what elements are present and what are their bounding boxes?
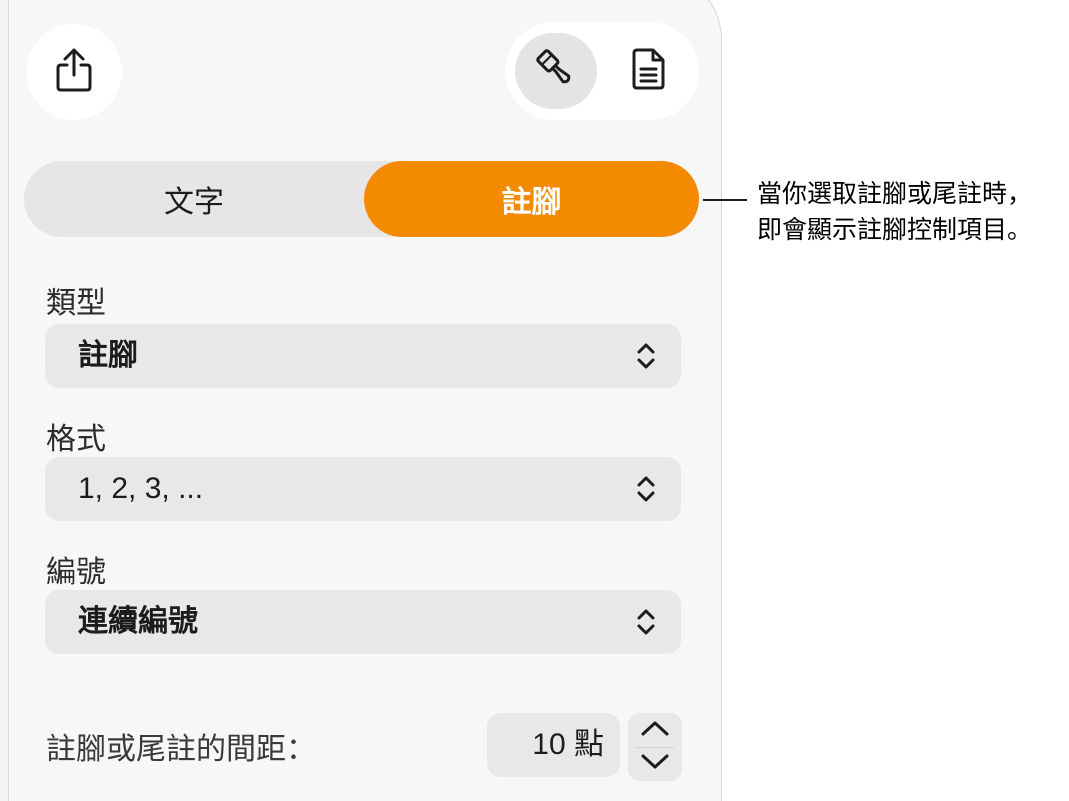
paintbrush-icon bbox=[534, 47, 578, 96]
chevron-up-down-icon bbox=[633, 340, 659, 372]
type-label: 類型 bbox=[46, 287, 106, 320]
tab-text-label: 文字 bbox=[164, 186, 224, 219]
tab-switcher: 文字 註腳 bbox=[24, 161, 699, 237]
stepper-decrement-button[interactable] bbox=[628, 747, 682, 781]
numbering-value: 連續編號 bbox=[78, 605, 198, 638]
screenshot-stage: 文字 註腳 類型 註腳 格式 1, 2, 3, ... 編號 連續編號 註腳或尾… bbox=[0, 0, 1069, 801]
callout-leader-line bbox=[703, 199, 747, 201]
share-icon bbox=[54, 47, 94, 98]
callout-line-1: 當你選取註腳或尾註時， bbox=[757, 180, 1033, 208]
spacing-label: 註腳或尾註的間距： bbox=[46, 733, 316, 766]
share-button[interactable] bbox=[26, 24, 122, 120]
format-popup[interactable]: 1, 2, 3, ... bbox=[45, 457, 681, 521]
numbering-popup[interactable]: 連續編號 bbox=[45, 590, 681, 654]
type-value: 註腳 bbox=[78, 339, 138, 372]
callout-text: 當你選取註腳或尾註時， 即會顯示註腳控制項目。 bbox=[757, 176, 1067, 248]
chevron-down-icon bbox=[638, 752, 672, 777]
format-sidebar bbox=[8, 0, 722, 801]
spacing-field[interactable]: 10 點 bbox=[487, 713, 620, 777]
tab-text[interactable]: 文字 bbox=[24, 161, 364, 237]
tab-footnote[interactable]: 註腳 bbox=[364, 161, 699, 237]
stepper-increment-button[interactable] bbox=[628, 713, 682, 747]
spacing-stepper bbox=[628, 713, 682, 781]
format-label: 格式 bbox=[46, 423, 106, 456]
tab-footnote-label: 註腳 bbox=[501, 186, 562, 219]
callout-line-2: 即會顯示註腳控制項目。 bbox=[757, 216, 1033, 244]
numbering-label: 編號 bbox=[46, 556, 106, 589]
chevron-up-down-icon bbox=[633, 606, 659, 638]
chevron-up-icon bbox=[638, 718, 672, 743]
format-value: 1, 2, 3, ... bbox=[78, 472, 204, 505]
chevron-up-down-icon bbox=[633, 473, 659, 505]
format-button[interactable] bbox=[515, 33, 597, 109]
type-popup[interactable]: 註腳 bbox=[45, 324, 681, 388]
document-edge bbox=[0, 0, 8, 801]
document-button[interactable] bbox=[608, 33, 690, 109]
document-icon bbox=[631, 47, 667, 96]
